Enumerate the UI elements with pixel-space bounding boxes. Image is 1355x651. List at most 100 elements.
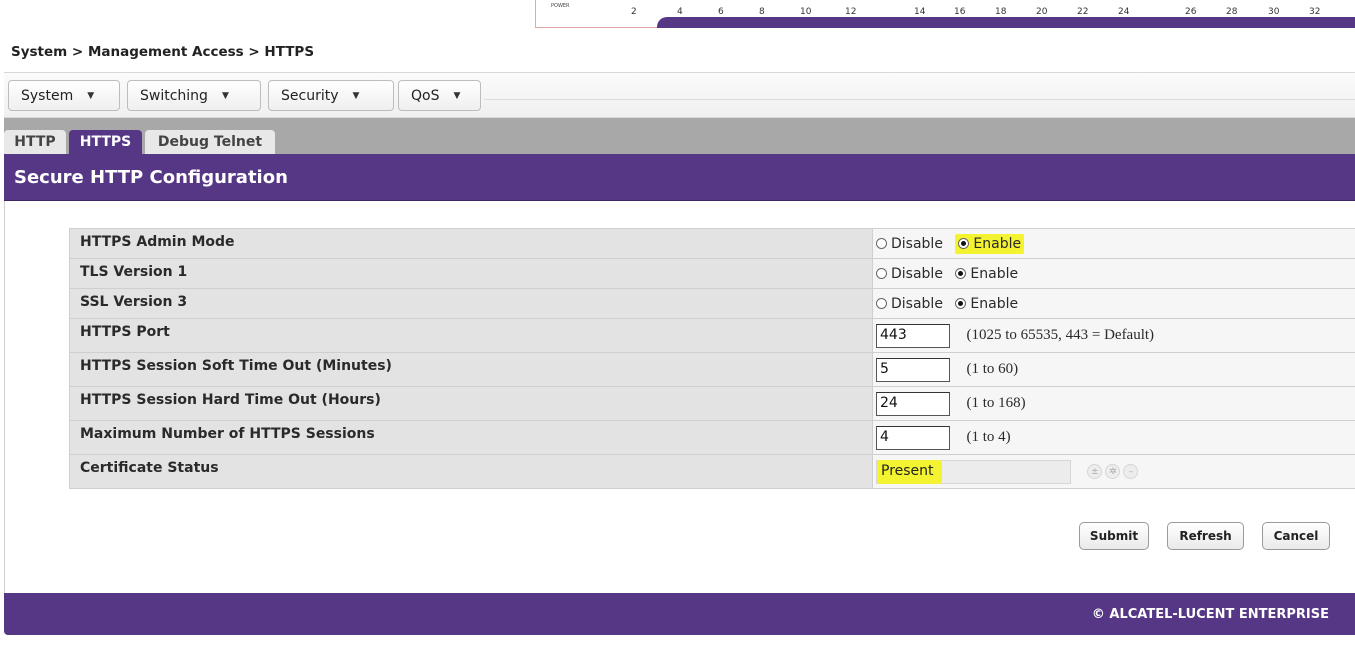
port-number: 10 bbox=[800, 7, 812, 17]
radio-label: Disable bbox=[891, 265, 943, 282]
max-sessions-input[interactable]: 4 bbox=[876, 425, 950, 450]
admin-mode-disable-radio[interactable]: Disable bbox=[876, 236, 943, 252]
radio-unselected-icon bbox=[876, 237, 887, 249]
table-row: HTTPS Admin Mode Disable Enable bbox=[69, 228, 1355, 259]
port-strip: POWER 2 4 6 8 10 12 14 16 18 20 22 24 26… bbox=[535, 0, 1355, 28]
chevron-down-icon: ▼ bbox=[352, 90, 360, 101]
soft-timeout-input[interactable]: 5 bbox=[876, 357, 950, 382]
radio-selected-icon bbox=[955, 267, 967, 279]
refresh-button[interactable]: Refresh bbox=[1167, 522, 1244, 550]
port-number: 14 bbox=[914, 7, 926, 17]
table-row: TLS Version 1 Disable Enable bbox=[69, 258, 1355, 289]
submit-button[interactable]: Submit bbox=[1079, 522, 1149, 550]
menu-system-label: System bbox=[21, 87, 74, 104]
hard-timeout-label: HTTPS Session Hard Time Out (Hours) bbox=[69, 386, 873, 421]
radio-label: Enable bbox=[973, 235, 1022, 252]
cert-status-value: Present bbox=[877, 459, 942, 484]
gear-icon[interactable]: ✲ bbox=[1105, 464, 1121, 479]
port-number: 30 bbox=[1268, 7, 1280, 17]
admin-mode-enable-radio[interactable]: Enable bbox=[955, 233, 1025, 254]
https-port-hint: (1025 to 65535, 443 = Default) bbox=[966, 327, 1155, 343]
radio-unselected-icon bbox=[876, 267, 887, 279]
section-header: Secure HTTP Configuration bbox=[4, 154, 1355, 201]
cert-status-label: Certificate Status bbox=[69, 454, 873, 489]
hard-timeout-cell: 24 (1 to 168) bbox=[872, 386, 1355, 421]
tls-v1-label: TLS Version 1 bbox=[69, 258, 873, 289]
tab-https[interactable]: HTTPS bbox=[69, 130, 142, 154]
max-sessions-hint: (1 to 4) bbox=[966, 429, 1011, 445]
table-row: Maximum Number of HTTPS Sessions 4 (1 to… bbox=[69, 420, 1355, 455]
table-row: SSL Version 3 Disable Enable bbox=[69, 288, 1355, 319]
port-number: 32 bbox=[1309, 7, 1321, 17]
port-number: 20 bbox=[1036, 7, 1048, 17]
ssl-v3-enable-radio[interactable]: Enable bbox=[955, 296, 1018, 312]
port-number: 8 bbox=[759, 7, 765, 17]
tab-http[interactable]: HTTP bbox=[4, 130, 66, 154]
port-number: 26 bbox=[1185, 7, 1197, 17]
max-sessions-cell: 4 (1 to 4) bbox=[872, 420, 1355, 455]
soft-timeout-cell: 5 (1 to 60) bbox=[872, 352, 1355, 387]
section-title: Secure HTTP Configuration bbox=[14, 167, 288, 188]
port-strip-frame-bottom bbox=[535, 27, 659, 28]
radio-selected-icon bbox=[958, 237, 970, 249]
footer: © ALCATEL-LUCENT ENTERPRISE bbox=[4, 593, 1355, 635]
radio-selected-icon bbox=[955, 297, 967, 309]
port-number: 18 bbox=[995, 7, 1007, 17]
menu-qos-label: QoS bbox=[411, 87, 440, 104]
port-number: 24 bbox=[1118, 7, 1130, 17]
tab-strip: HTTP HTTPS Debug Telnet bbox=[4, 118, 1355, 154]
cancel-button[interactable]: Cancel bbox=[1262, 522, 1330, 550]
max-sessions-label: Maximum Number of HTTPS Sessions bbox=[69, 420, 873, 455]
menu-system[interactable]: System ▼ bbox=[8, 80, 120, 111]
port-strip-bar bbox=[657, 17, 1355, 28]
menu-security[interactable]: Security ▼ bbox=[268, 80, 394, 111]
menu-switching[interactable]: Switching ▼ bbox=[127, 80, 261, 111]
menu-qos[interactable]: QoS ▼ bbox=[398, 80, 481, 111]
remove-icon[interactable]: – bbox=[1123, 464, 1139, 479]
table-row: Certificate Status Present ± ✲ – bbox=[69, 454, 1355, 489]
table-row: HTTPS Port 443 (1025 to 65535, 443 = Def… bbox=[69, 318, 1355, 353]
table-row: HTTPS Session Hard Time Out (Hours) 24 (… bbox=[69, 386, 1355, 421]
admin-mode-label: HTTPS Admin Mode bbox=[69, 228, 873, 259]
tab-debug-telnet[interactable]: Debug Telnet bbox=[145, 130, 275, 154]
port-number: 28 bbox=[1226, 7, 1238, 17]
port-strip-frame bbox=[535, 0, 536, 28]
chevron-down-icon: ▼ bbox=[221, 90, 229, 101]
cert-status-cell: Present ± ✲ – bbox=[872, 454, 1355, 489]
radio-label: Disable bbox=[891, 235, 943, 252]
menu-bar-divider bbox=[484, 99, 1355, 100]
tls-v1-disable-radio[interactable]: Disable bbox=[876, 266, 943, 282]
hard-timeout-input[interactable]: 24 bbox=[876, 391, 950, 416]
port-number: 16 bbox=[954, 7, 966, 17]
table-row: HTTPS Session Soft Time Out (Minutes) 5 … bbox=[69, 352, 1355, 387]
breadcrumb: System > Management Access > HTTPS bbox=[11, 44, 315, 60]
chevron-down-icon: ▼ bbox=[453, 90, 461, 101]
port-number: 22 bbox=[1077, 7, 1089, 17]
cert-status-field: Present bbox=[876, 459, 1071, 484]
https-port-input[interactable]: 443 bbox=[876, 323, 950, 348]
port-number: 6 bbox=[718, 7, 724, 17]
menu-switching-label: Switching bbox=[140, 87, 208, 104]
tls-v1-options: Disable Enable bbox=[872, 258, 1355, 289]
menu-bar: System ▼ Switching ▼ Security ▼ QoS ▼ bbox=[4, 72, 1355, 118]
menu-security-label: Security bbox=[281, 87, 339, 104]
https-port-cell: 443 (1025 to 65535, 443 = Default) bbox=[872, 318, 1355, 353]
chevron-down-icon: ▼ bbox=[87, 90, 95, 101]
https-port-label: HTTPS Port bbox=[69, 318, 873, 353]
content-panel: HTTPS Admin Mode Disable Enable TLS Vers… bbox=[4, 201, 1355, 593]
ssl-v3-label: SSL Version 3 bbox=[69, 288, 873, 319]
tls-v1-enable-radio[interactable]: Enable bbox=[955, 266, 1018, 282]
ssl-v3-options: Disable Enable bbox=[872, 288, 1355, 319]
hard-timeout-hint: (1 to 168) bbox=[966, 395, 1026, 411]
port-number: 12 bbox=[845, 7, 857, 17]
cert-actions: ± ✲ – bbox=[1087, 464, 1139, 479]
power-label: POWER bbox=[551, 3, 570, 9]
radio-label: Enable bbox=[970, 265, 1019, 282]
radio-unselected-icon bbox=[876, 297, 887, 309]
soft-timeout-hint: (1 to 60) bbox=[966, 361, 1019, 377]
ssl-v3-disable-radio[interactable]: Disable bbox=[876, 296, 943, 312]
admin-mode-options: Disable Enable bbox=[872, 228, 1355, 259]
download-icon[interactable]: ± bbox=[1087, 464, 1103, 479]
https-config-table: HTTPS Admin Mode Disable Enable TLS Vers… bbox=[69, 228, 1355, 489]
port-number: 4 bbox=[677, 7, 683, 17]
